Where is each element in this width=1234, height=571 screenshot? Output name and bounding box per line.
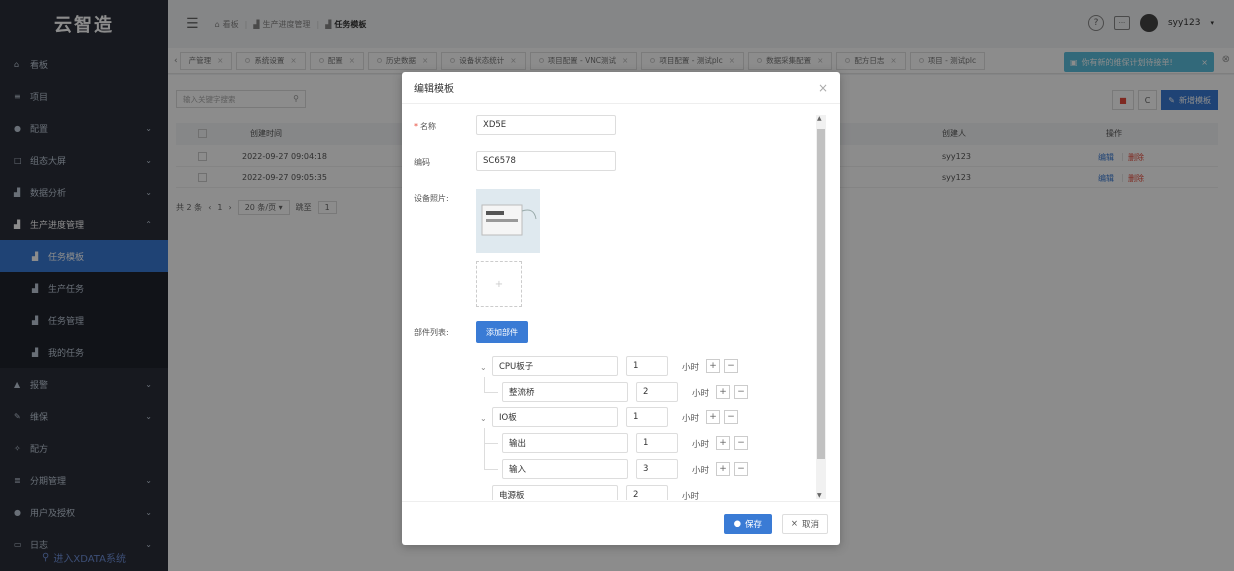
plus-icon[interactable]: + (706, 359, 720, 373)
part-name-field[interactable]: IO板 (492, 407, 618, 427)
close-icon[interactable]: × (818, 81, 828, 95)
check-icon: ● (733, 519, 741, 529)
part-name-field[interactable]: 输出 (502, 433, 628, 453)
scroll-up-icon: ▲ (817, 115, 822, 122)
part-hours-field[interactable]: 1 (636, 433, 678, 453)
minus-icon[interactable]: − (724, 410, 738, 424)
plus-icon[interactable]: + (706, 410, 720, 424)
minus-icon[interactable]: − (734, 436, 748, 450)
code-label: 编码 (414, 158, 430, 167)
minus-icon[interactable]: − (734, 385, 748, 399)
part-name-field[interactable]: 整流桥 (502, 382, 628, 402)
minus-icon[interactable]: − (724, 359, 738, 373)
scroll-down-icon: ▼ (817, 492, 822, 499)
add-part-button[interactable]: 添加部件 (476, 321, 528, 343)
plus-icon[interactable]: + (716, 385, 730, 399)
close-icon: × (790, 519, 798, 529)
plus-icon[interactable]: + (716, 462, 730, 476)
dialog-title: 编辑模板 (414, 84, 454, 95)
name-field[interactable]: XD5E (476, 115, 616, 135)
chevron-down-icon[interactable]: ⌄ (480, 363, 487, 372)
save-button[interactable]: ● 保存 (723, 514, 772, 534)
part-hours-field[interactable]: 2 (626, 485, 668, 500)
part-name-field[interactable]: CPU板子 (492, 356, 618, 376)
part-hours-field[interactable]: 3 (636, 459, 678, 479)
part-name-field[interactable]: 输入 (502, 459, 628, 479)
scroll-thumb[interactable] (817, 129, 825, 459)
device-photo[interactable] (476, 189, 540, 253)
code-field[interactable]: SC6578 (476, 151, 616, 171)
part-name-field[interactable]: 电源板 (492, 485, 618, 500)
photo-label: 设备照片: (414, 194, 449, 203)
dialog-scrollbar[interactable]: ▲ ▼ (816, 115, 826, 499)
upload-photo-button[interactable]: + (476, 261, 522, 307)
plc-device-image (481, 204, 537, 236)
part-hours-field[interactable]: 1 (626, 356, 668, 376)
parts-label: 部件列表: (414, 328, 449, 337)
edit-template-dialog: 编辑模板 × * 名称 XD5E 编码 SC6578 设备照片: + 部件列表: … (402, 72, 840, 545)
dialog-footer: ● 保存 × 取消 (402, 501, 840, 545)
cancel-button[interactable]: × 取消 (781, 514, 828, 534)
part-hours-field[interactable]: 1 (626, 407, 668, 427)
minus-icon[interactable]: − (734, 462, 748, 476)
dialog-header: 编辑模板 × (402, 72, 840, 104)
name-label: * 名称 (414, 122, 436, 131)
part-hours-field[interactable]: 2 (636, 382, 678, 402)
chevron-down-icon[interactable]: ⌄ (480, 414, 487, 423)
dialog-body: * 名称 XD5E 编码 SC6578 设备照片: + 部件列表: 添加部件 ⌄ … (402, 105, 840, 500)
plus-icon[interactable]: + (716, 436, 730, 450)
